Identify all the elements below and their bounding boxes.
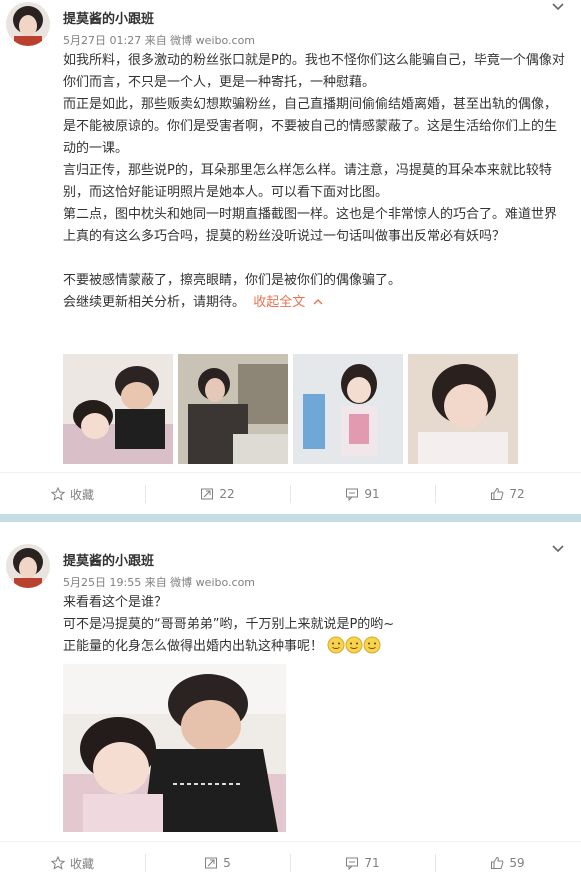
repost-icon (205, 857, 218, 869)
post-line: 来看看这个是谁？ (63, 595, 168, 610)
repost-button[interactable]: 22 (145, 473, 290, 515)
avatar[interactable] (6, 2, 50, 46)
post-meta[interactable]: 5月27日 01:27 来自 微博 weibo.com (63, 32, 255, 48)
post-paragraph: 言归正传，那些说P的，耳朵那里怎么样怎么样。请注意，冯提莫的耳朵本来就比较特别，… (63, 163, 552, 200)
photo-thumb[interactable] (408, 354, 518, 464)
post-content: 如我所料，很多激动的粉丝张口就是P的。我也不怪你们这么能骗自己，毕竟一个偶像对你… (63, 50, 568, 314)
post-last-line: 会继续更新相关分析，请期待。 收起全文 (63, 292, 568, 314)
like-count: 72 (509, 487, 525, 501)
repost-count: 22 (219, 487, 235, 501)
favorite-label: 收藏 (69, 856, 94, 871)
image-grid (63, 354, 519, 464)
photo-thumb[interactable] (293, 354, 403, 464)
photo-thumb[interactable] (63, 354, 173, 464)
feed-divider (0, 514, 581, 522)
like-button[interactable]: 59 (435, 842, 580, 884)
author-name[interactable]: 提莫酱的小跟班 (63, 8, 154, 27)
emoji-icon (327, 636, 345, 654)
repost-icon (201, 488, 214, 500)
repost-button[interactable]: 5 (145, 842, 290, 884)
comment-icon (346, 857, 359, 870)
post-text: 正能量的化身怎么做得出婚内出轨这种事呢！ (63, 639, 324, 654)
repost-count: 5 (223, 856, 231, 870)
collapse-link[interactable]: 收起全文 (253, 295, 323, 310)
emoji-icon (363, 636, 381, 654)
favorite-button[interactable]: 收藏 (0, 473, 145, 515)
star-icon (50, 487, 65, 501)
author-name[interactable]: 提莫酱的小跟班 (63, 550, 154, 569)
action-bar: 收藏 22 91 72 (0, 472, 581, 515)
comment-icon (346, 488, 359, 501)
like-count: 59 (509, 856, 525, 870)
thumbs-up-icon (491, 487, 504, 500)
comment-count: 71 (364, 856, 380, 870)
photo-thumb[interactable] (178, 354, 288, 464)
action-bar: 收藏 5 71 59 (0, 841, 581, 884)
like-button[interactable]: 72 (435, 473, 580, 515)
weibo-post-1: 提莫酱的小跟班 5月27日 01:27 来自 微博 weibo.com 如我所料… (0, 0, 581, 514)
chevron-up-icon[interactable] (313, 298, 323, 306)
post-paragraph: 第二点，图中枕头和她同一时期直播截图一样。这也是个非常惊人的巧合了。难道世界上真… (63, 207, 558, 244)
thumbs-up-icon (491, 856, 504, 869)
chevron-down-icon[interactable] (551, 0, 565, 14)
comment-button[interactable]: 91 (290, 473, 435, 515)
avatar[interactable] (6, 544, 50, 588)
comment-button[interactable]: 71 (290, 842, 435, 884)
post-line: 可不是冯提莫的“哥哥弟弟”哟，千万别上来就说是P的哟~ (63, 617, 395, 632)
post-photo[interactable] (63, 664, 286, 832)
post-paragraph: 如我所料，很多激动的粉丝张口就是P的。我也不怪你们这么能骗自己，毕竟一个偶像对你… (63, 53, 565, 90)
post-paragraph (63, 248, 568, 270)
collapse-label[interactable]: 收起全文 (253, 295, 305, 310)
favorite-button[interactable]: 收藏 (0, 842, 145, 884)
star-icon (50, 856, 65, 870)
post-paragraph: 而正是如此，那些贩卖幻想欺骗粉丝，自己直播期间偷偷结婚离婚，甚至出轨的偶像，是不… (63, 97, 558, 156)
weibo-post-2: 提莫酱的小跟班 5月25日 19:55 来自 微博 weibo.com 来看看这… (0, 522, 581, 883)
emoji-icon (345, 636, 363, 654)
post-line: 正能量的化身怎么做得出婚内出轨这种事呢！ (63, 636, 568, 658)
post-meta[interactable]: 5月25日 19:55 来自 微博 weibo.com (63, 574, 255, 590)
favorite-label: 收藏 (69, 487, 94, 502)
comment-count: 91 (364, 487, 380, 501)
post-text: 会继续更新相关分析，请期待。 (63, 295, 246, 310)
post-paragraph: 不要被感情蒙蔽了，擦亮眼睛，你们是被你们的偶像骗了。 (63, 273, 402, 288)
post-content: 来看看这个是谁？ 可不是冯提莫的“哥哥弟弟”哟，千万别上来就说是P的哟~ 正能量… (63, 592, 568, 658)
chevron-down-icon[interactable] (551, 542, 565, 556)
